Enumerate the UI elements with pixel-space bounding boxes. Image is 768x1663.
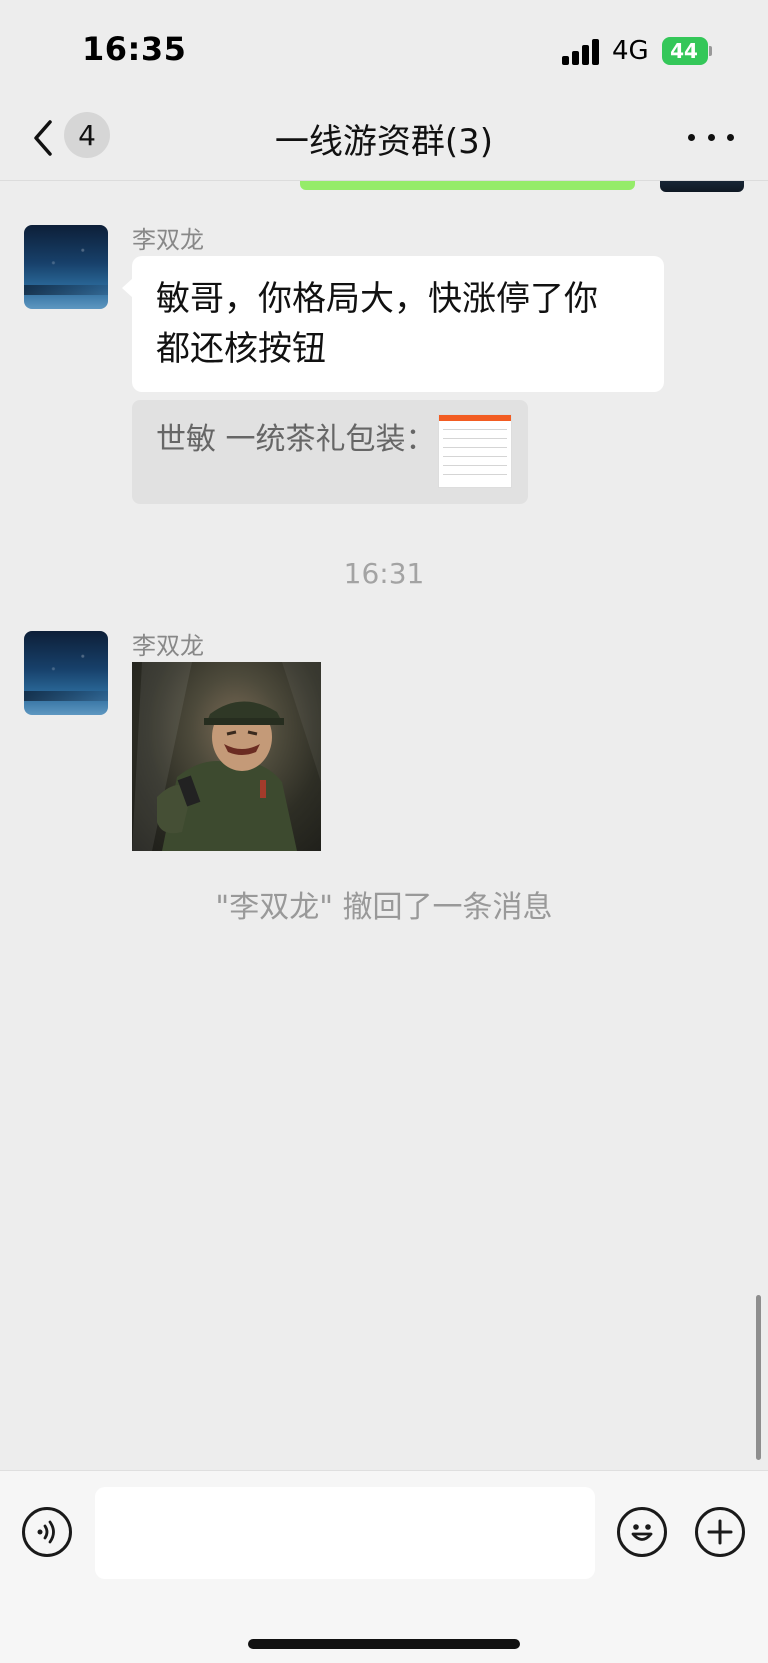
message-bubble[interactable]: 敏哥，你格局大，快涨停了你 都还核按钮 [122, 256, 664, 392]
chat-title: 一线游资群(3) [274, 122, 494, 162]
battery-icon: 44 [662, 37, 712, 65]
quoted-image-thumbnail[interactable] [438, 414, 512, 488]
signal-icon [562, 39, 602, 65]
voice-icon[interactable] [22, 1507, 72, 1557]
chat-screen: 16:35 4G 44 4 一线游资群(3) 李双龙 敏哥，你格局大，快涨停了你… [0, 0, 768, 1663]
plus-icon[interactable] [695, 1507, 745, 1557]
emoji-icon[interactable] [617, 1507, 667, 1557]
network-type: 4G [612, 36, 649, 66]
nav-bar: 4 一线游资群(3) [0, 100, 768, 181]
sender-avatar[interactable] [24, 631, 108, 715]
status-time: 16:35 [82, 30, 187, 68]
sender-avatar[interactable] [24, 225, 108, 309]
message-text-line: 都还核按钮 [156, 329, 326, 369]
battery-level: 44 [662, 37, 708, 65]
message-timestamp: 16:31 [343, 557, 425, 590]
scrollbar[interactable] [756, 1295, 761, 1460]
message-input[interactable] [95, 1487, 595, 1579]
sender-name: 李双龙 [132, 226, 204, 254]
sender-name: 李双龙 [132, 632, 204, 660]
home-indicator[interactable] [248, 1639, 520, 1649]
input-bar [0, 1470, 768, 1663]
quoted-text: 世敏 一统茶礼包装： [156, 422, 436, 457]
message-item: 李双龙 [0, 626, 768, 856]
quoted-message[interactable]: 世敏 一统茶礼包装： [132, 400, 528, 504]
message-item: 李双龙 敏哥，你格局大，快涨停了你 都还核按钮 世敏 一统茶礼包装： [0, 220, 768, 510]
recall-notice: "李双龙" 撤回了一条消息 [215, 890, 553, 925]
more-icon[interactable] [688, 122, 734, 152]
sticker-image[interactable] [132, 662, 321, 851]
back-icon[interactable] [30, 118, 60, 158]
unread-count-badge[interactable]: 4 [64, 112, 110, 158]
message-text-line: 敏哥，你格局大，快涨停了你 [156, 279, 598, 319]
status-bar: 16:35 4G 44 [0, 0, 768, 100]
